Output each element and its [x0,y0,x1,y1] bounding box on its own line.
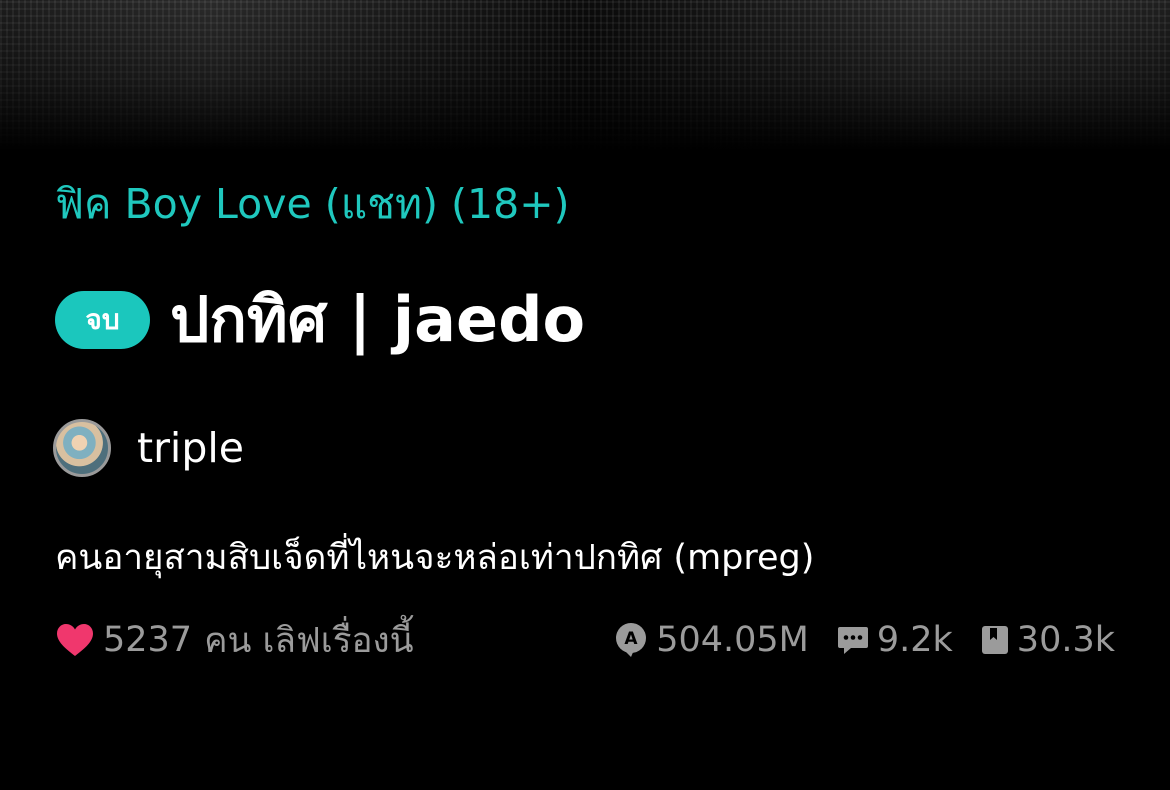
category-label[interactable]: ฟิค Boy Love (แชท) (18+) [55,176,570,232]
title-row: จบ ปกทิศ | jaedo [55,278,585,362]
comments-count: 9.2k [876,620,953,660]
svg-text:A: A [625,629,639,649]
comment-icon[interactable] [837,624,869,656]
story-title: ปกทิศ | jaedo [170,283,586,356]
author-avatar[interactable] [53,419,111,477]
comments-stat[interactable]: 9.2k [837,620,953,660]
story-synopsis: คนอายุสามสิบเจ็ดที่ไหนจะหล่อเท่าปกทิศ (m… [55,538,815,578]
views-count: 504.05M [656,620,809,660]
views-stat: A 504.05M [614,620,809,660]
love-stat[interactable]: 5237 คน เลิฟเรื่องนี้ [55,613,414,668]
cover-image-banner [0,0,1170,150]
status-badge: จบ [55,291,150,349]
author-row[interactable]: triple [53,416,244,480]
stats-row: 5237 คน เลิฟเรื่องนี้ A 504.05M 9.2k 30.… [55,612,1115,668]
bookmark-icon[interactable] [981,625,1009,655]
love-suffix: คน เลิฟเรื่องนี้ [204,620,414,661]
story-metrics: A 504.05M 9.2k 30.3k [614,620,1115,660]
bookmarks-stat[interactable]: 30.3k [981,620,1115,660]
author-name[interactable]: triple [137,424,244,472]
read-count-icon: A [614,622,648,658]
love-count: 5237 [103,620,193,660]
bookmarks-count: 30.3k [1016,620,1115,660]
heart-icon[interactable] [55,620,95,660]
